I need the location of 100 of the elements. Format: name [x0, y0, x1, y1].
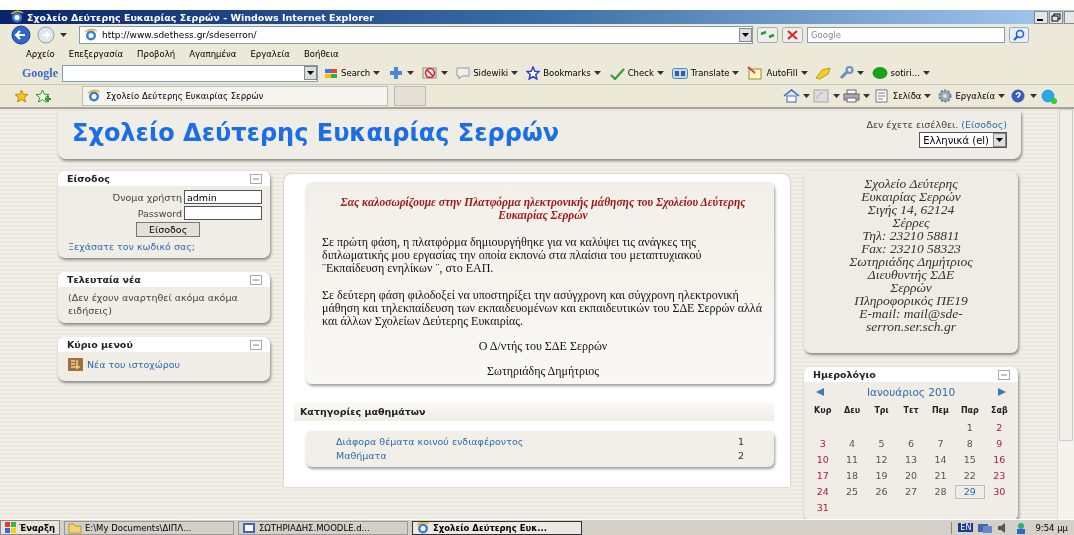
wrench-icon [837, 66, 854, 80]
calendar-day: 20 [896, 469, 926, 483]
clock: 9:54 μμ [1035, 522, 1068, 533]
site-title[interactable]: Σχολείο Δεύτερης Ευκαιρίας Σερρών [72, 119, 560, 147]
menu-link[interactable]: Νέα του ιστοχώρου [87, 359, 181, 370]
toolbar-button[interactable]: Sidewiki [454, 66, 521, 80]
caret-icon[interactable] [800, 71, 808, 75]
toolbar-button[interactable]: sotiri... [869, 66, 932, 80]
translate-icon[interactable] [671, 66, 688, 80]
password-field[interactable] [184, 206, 262, 220]
star-icon[interactable] [526, 66, 541, 80]
caret-icon[interactable] [593, 71, 601, 75]
language-indicator[interactable]: EN [958, 523, 974, 532]
spellcheck-icon[interactable] [608, 66, 625, 80]
contact-line: Σχολείο Δεύτερης [864, 177, 958, 190]
settings-icon[interactable] [938, 89, 953, 103]
block-title: Τελευταία νέα [67, 274, 141, 285]
caret-icon[interactable] [407, 71, 415, 75]
favorites-star-icon[interactable] [14, 89, 29, 103]
course-count: 2 [737, 449, 744, 463]
category-link[interactable]: Διάφορα θέματα κοινού ενδιαφέροντος [336, 435, 524, 449]
toolbar-button[interactable] [420, 66, 451, 80]
caret-icon[interactable] [924, 94, 932, 98]
scrollbar-thumb[interactable] [1059, 109, 1073, 441]
add-favorite-icon[interactable] [35, 89, 52, 103]
menu-item[interactable]: Αρχείο [26, 49, 55, 59]
toolbar-search-field[interactable] [62, 64, 318, 82]
contact-line: serron.ser.sch.gr [865, 320, 956, 333]
caret-icon[interactable] [373, 71, 381, 75]
toolbar-button[interactable]: Translate [669, 66, 742, 80]
login-link[interactable]: (Είσοδος) [961, 119, 1007, 130]
caret-icon[interactable] [856, 71, 864, 75]
news-text: (Δεν έχουν αναρτηθεί ακόμα ακόμα ειδήσεις) [68, 291, 239, 317]
dropdown-icon[interactable] [739, 28, 752, 42]
dropdown-icon[interactable] [304, 66, 317, 80]
search-icon[interactable] [324, 66, 338, 80]
site-news-icon [68, 358, 83, 371]
caret-icon[interactable] [922, 71, 930, 75]
menu-item[interactable]: Βοήθεια [303, 49, 339, 59]
contact-line: Fax: 23210 58323 [860, 242, 962, 255]
help-icon[interactable] [1010, 89, 1027, 103]
user-circle-icon[interactable] [871, 66, 888, 80]
command-button[interactable]: Εργαλεία [936, 89, 1007, 103]
next-month-icon[interactable] [998, 388, 1006, 396]
calendar-day: 23 [984, 469, 1014, 483]
caret-icon[interactable] [60, 33, 67, 37]
restore-icon[interactable] [1049, 10, 1063, 24]
printer-icon[interactable] [842, 89, 860, 103]
calendar-day: 5 [866, 437, 897, 451]
home-icon[interactable] [782, 89, 800, 103]
command-button[interactable]: Σελίδα [872, 89, 934, 103]
caret-icon[interactable] [441, 71, 449, 75]
caret-icon[interactable] [998, 94, 1005, 98]
calendar-day: 2 [984, 421, 1014, 435]
caret-icon[interactable] [832, 94, 840, 98]
menu-item[interactable]: Επεξεργασία [68, 49, 124, 59]
calendar-day: 24 [808, 485, 838, 499]
weekday-label: Παρ [959, 406, 980, 417]
contact-line: Σέρρες [892, 216, 931, 229]
taskbar-button[interactable]: Σχολείο Δεύτερης Ευκ... [412, 520, 582, 535]
category-link[interactable]: Μαθήματα [336, 449, 387, 463]
previous-month-icon[interactable] [816, 388, 824, 396]
language-select[interactable]: Ελληνικά (el) [919, 132, 1007, 148]
contact-line: Πληροφορικός ΠΕ19 [853, 294, 969, 307]
taskbar-button[interactable]: ΣΩΤΗΡΙΑΔΗΣ.MOODLE.d... [238, 520, 408, 535]
refresh-icon[interactable] [757, 27, 778, 43]
scrollbar[interactable] [1057, 109, 1074, 519]
caret-icon[interactable] [1030, 94, 1037, 98]
toolbar-button[interactable]: Bookmarks [524, 66, 603, 80]
calendar-day: 25 [837, 485, 867, 499]
caret-icon[interactable] [511, 71, 519, 75]
browser-tab[interactable]: Σχολείο Δεύτερης Ευκαιρίας Σερρών [82, 86, 388, 106]
form-icon[interactable] [747, 66, 764, 80]
menu-item[interactable]: Αγαπημένα [189, 49, 237, 59]
caret-icon[interactable] [732, 71, 740, 75]
stop-icon[interactable] [782, 27, 803, 43]
search-icon[interactable] [1009, 27, 1029, 43]
toolbar-button[interactable]: Check [606, 66, 666, 80]
username-field[interactable]: admin [184, 190, 262, 204]
caret-icon[interactable] [862, 94, 870, 98]
toolbar-button[interactable]: Search [322, 66, 383, 80]
address-field[interactable]: http://www.sdethess.gr/sdeserron/ [79, 26, 753, 44]
calendar-day: 27 [896, 485, 926, 499]
menu-item[interactable]: Προβολή [137, 49, 176, 59]
caret-icon[interactable] [656, 71, 664, 75]
calendar-day: 19 [866, 469, 897, 483]
login-button[interactable]: Είσοδος [136, 222, 201, 237]
search-field[interactable]: Google [807, 27, 1005, 43]
menu-item[interactable]: Εργαλεία [250, 49, 290, 59]
taskbar-button[interactable]: E:\My Documents\ΔΙΠΛ... [64, 520, 234, 535]
back-icon[interactable] [10, 25, 32, 45]
network-icon[interactable] [977, 521, 994, 534]
caret-icon[interactable] [802, 94, 810, 98]
start-button[interactable]: Έναρξη [0, 520, 60, 535]
calendar-day: 3 [808, 437, 838, 451]
month-link[interactable]: Ιανουάριος 2010 [866, 386, 956, 398]
folder-icon [68, 521, 82, 534]
forgot-password-link[interactable]: Ξεχάσατε τον κωδικό σας; [68, 241, 260, 252]
minimize-icon[interactable] [1034, 10, 1048, 24]
toolbar-button[interactable]: AutoFill [745, 66, 810, 80]
